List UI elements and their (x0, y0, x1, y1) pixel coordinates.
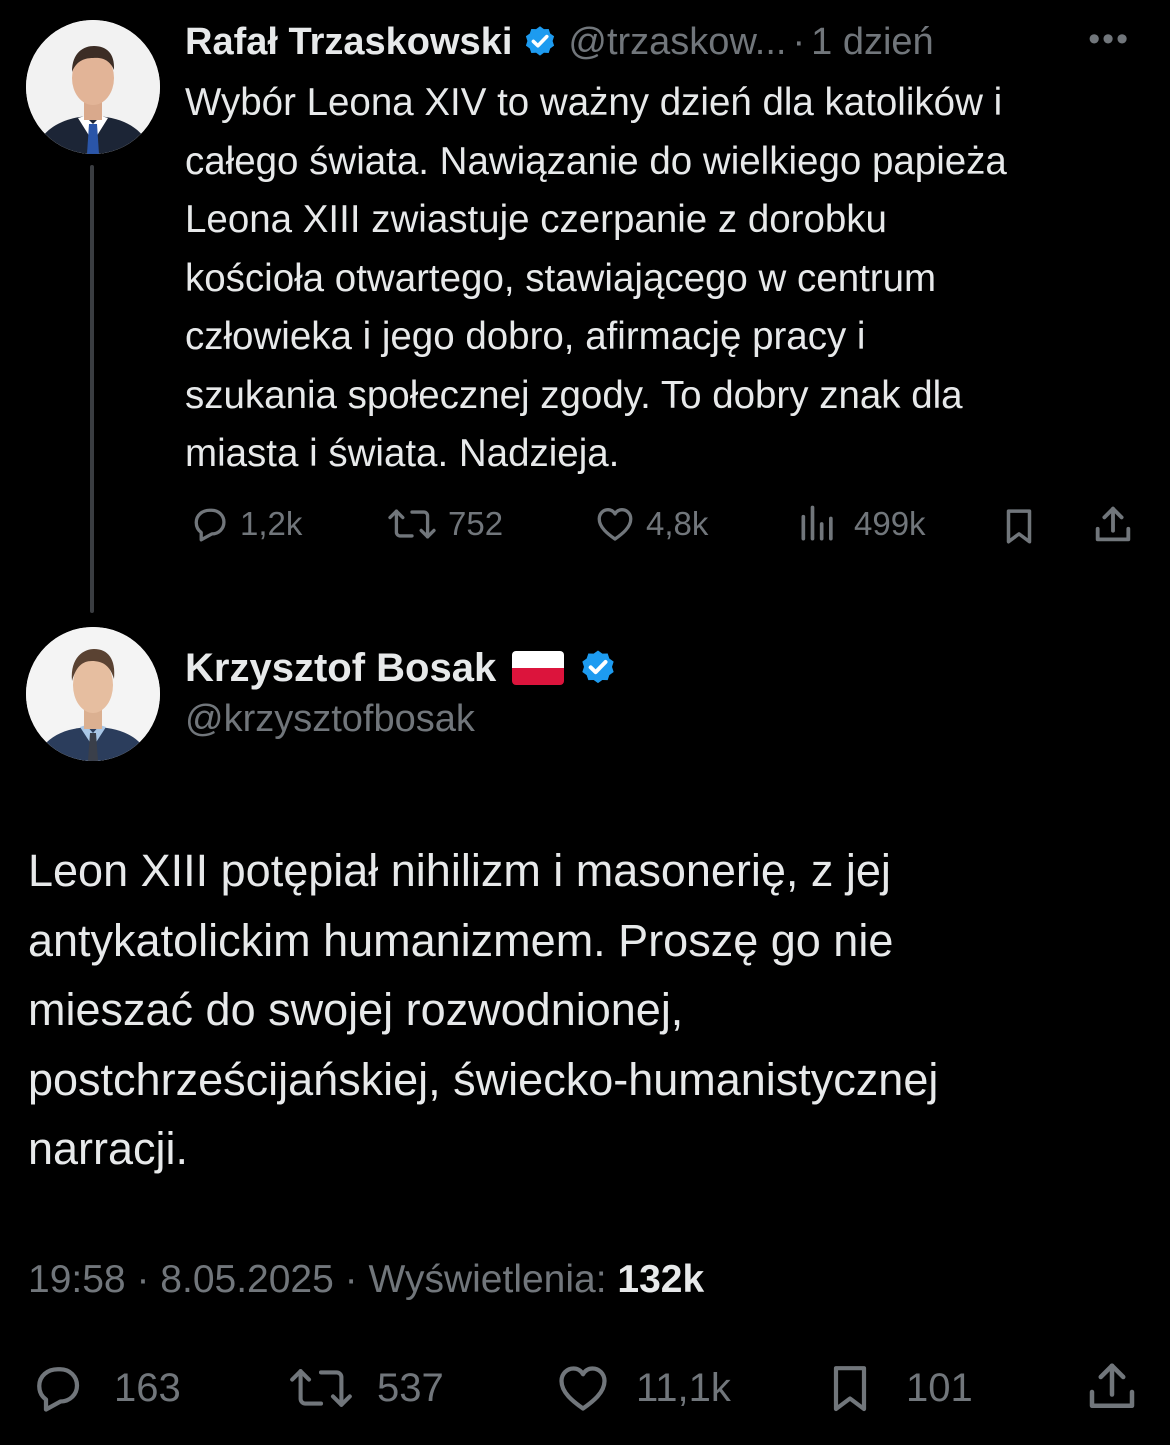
tweet-time[interactable]: 19:58 (28, 1258, 126, 1301)
bookmark-icon (1006, 509, 1032, 544)
main-bookmark-button[interactable]: 101 (822, 1358, 973, 1418)
parent-bookmark-button[interactable] (998, 504, 1040, 553)
repost-icon (388, 509, 436, 539)
parent-like-button[interactable]: 4,8k (592, 502, 708, 546)
share-icon (1095, 506, 1131, 542)
reply-icon (194, 508, 226, 542)
parent-tweet-text: Wybór Leona XIV to ważny dzień dla katol… (185, 81, 1007, 475)
main-like-button[interactable]: 11,1k (552, 1358, 731, 1418)
like-icon (559, 1366, 607, 1411)
meta-separator: · (344, 1258, 358, 1301)
main-author-name[interactable]: Krzysztof Bosak (185, 646, 496, 691)
main-repost-button[interactable]: 537 (285, 1358, 444, 1418)
parent-views-button[interactable]: 499k (796, 502, 926, 546)
parent-reply-count: 1,2k (240, 505, 303, 542)
header-separator: · (792, 20, 806, 63)
main-bookmark-count: 101 (906, 1365, 973, 1410)
parent-reply-button[interactable]: 1,2k (188, 502, 302, 546)
main-like-count: 11,1k (636, 1365, 731, 1410)
reply-icon (37, 1367, 80, 1412)
verified-badge-icon (526, 26, 555, 56)
views-count: 132k (617, 1258, 705, 1301)
main-reply-count: 163 (114, 1365, 181, 1410)
bookmark-icon (833, 1366, 867, 1412)
more-options-icon[interactable]: ••• (1088, 20, 1130, 59)
main-repost-count: 537 (377, 1365, 444, 1410)
like-icon (597, 508, 633, 541)
share-icon (1089, 1363, 1135, 1408)
parent-share-button[interactable] (1090, 502, 1136, 553)
verified-badge-icon (582, 650, 614, 684)
tweet-date[interactable]: 8.05.2025 (160, 1258, 334, 1301)
poland-flag-icon (512, 651, 565, 685)
main-author-avatar[interactable] (26, 627, 160, 761)
parent-repost-count: 752 (448, 505, 504, 542)
parent-tweet-header: Rafał Trzaskowski @trzaskow... · 1 dzień (185, 16, 934, 68)
parent-timestamp[interactable]: 1 dzień (811, 21, 934, 64)
main-author-handle[interactable]: @krzysztofbosak (185, 698, 475, 741)
thread-connector-line (90, 165, 94, 613)
views-icon (801, 505, 833, 541)
parent-repost-button[interactable]: 752 (384, 502, 503, 546)
repost-icon (290, 1369, 352, 1407)
parent-views-count: 499k (854, 505, 926, 542)
main-tweet-text: Leon XIII potępiał nihilizm i masonerię,… (28, 845, 939, 1174)
meta-separator: · (136, 1258, 150, 1301)
main-reply-button[interactable]: 163 (28, 1358, 181, 1418)
main-share-button[interactable] (1082, 1356, 1142, 1423)
tweet-metadata: 19:58 · 8.05.2025 · Wyświetlenia: 132k (28, 1258, 704, 1302)
main-author-header: Krzysztof Bosak (185, 640, 628, 696)
parent-like-count: 4,8k (646, 505, 709, 542)
parent-author-name[interactable]: Rafał Trzaskowski (185, 21, 512, 64)
views-label: Wyświetlenia: (368, 1258, 607, 1301)
parent-author-avatar[interactable] (26, 20, 160, 154)
parent-author-handle[interactable]: @trzaskow... (568, 21, 786, 64)
